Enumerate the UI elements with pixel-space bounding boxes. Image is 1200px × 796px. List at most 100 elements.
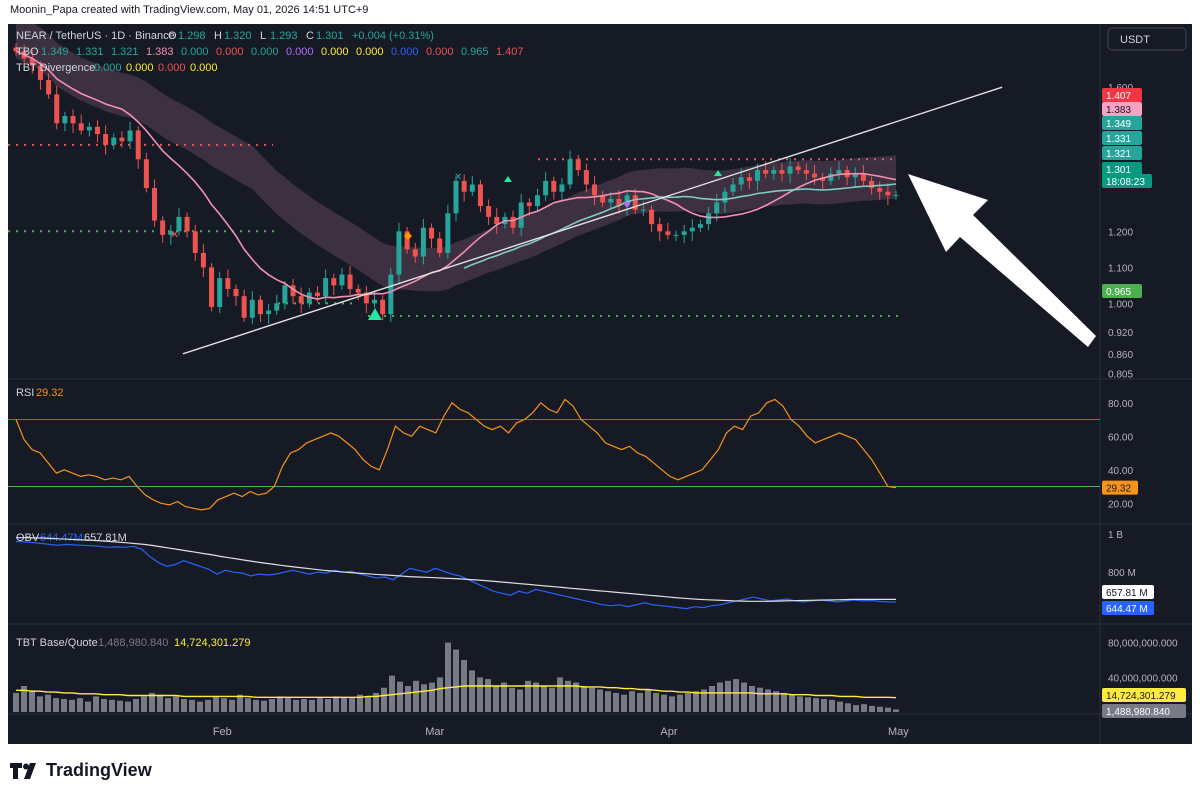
candle-body[interactable] <box>518 202 524 228</box>
candle-body[interactable] <box>714 202 720 214</box>
volume-bar[interactable] <box>765 689 771 712</box>
candle-body[interactable] <box>200 252 206 268</box>
candle-body[interactable] <box>689 227 695 232</box>
candle-body[interactable] <box>46 80 52 95</box>
candle-body[interactable] <box>209 267 215 307</box>
candle-body[interactable] <box>127 130 133 142</box>
volume-bar[interactable] <box>829 699 835 712</box>
candle-body[interactable] <box>730 184 736 192</box>
candle-body[interactable] <box>559 184 565 192</box>
volume-bar[interactable] <box>877 706 883 712</box>
candle-body[interactable] <box>771 170 777 174</box>
candle-body[interactable] <box>257 299 263 315</box>
candle-body[interactable] <box>746 177 752 181</box>
volume-bar[interactable] <box>669 696 675 712</box>
volume-bar[interactable] <box>445 642 451 712</box>
volume-bar[interactable] <box>661 694 667 712</box>
volume-bar[interactable] <box>245 698 251 712</box>
volume-bar[interactable] <box>757 687 763 712</box>
volume-bar[interactable] <box>861 704 867 712</box>
volume-bar[interactable] <box>629 691 635 712</box>
candle-body[interactable] <box>420 227 426 257</box>
volume-bar[interactable] <box>261 700 267 712</box>
volume-bar[interactable] <box>365 696 371 712</box>
obv-line[interactable] <box>15 540 897 610</box>
volume-bar[interactable] <box>429 682 435 712</box>
volume-bar[interactable] <box>821 699 827 712</box>
candle-body[interactable] <box>437 238 443 253</box>
volume-bar[interactable] <box>213 696 219 712</box>
candle-body[interactable] <box>54 94 60 124</box>
volume-bar[interactable] <box>581 686 587 712</box>
volume-bar[interactable] <box>253 699 259 712</box>
volume-bar[interactable] <box>101 699 107 712</box>
candle-body[interactable] <box>282 285 288 304</box>
candle-body[interactable] <box>274 303 280 311</box>
volume-bar[interactable] <box>805 697 811 712</box>
volume-bar[interactable] <box>885 707 891 712</box>
candle-body[interactable] <box>510 216 516 228</box>
candle-body[interactable] <box>486 206 492 217</box>
candle-body[interactable] <box>673 234 679 236</box>
volume-bar[interactable] <box>741 682 747 712</box>
candle-body[interactable] <box>697 224 703 228</box>
volume-bar[interactable] <box>557 677 563 712</box>
volume-bar[interactable] <box>853 705 859 712</box>
candle-body[interactable] <box>592 184 598 196</box>
volume-bar[interactable] <box>309 699 315 712</box>
volume-bar[interactable] <box>221 698 227 712</box>
candle-body[interactable] <box>111 137 117 145</box>
volume-bar[interactable] <box>69 699 75 712</box>
candle-body[interactable] <box>412 249 418 257</box>
candle-body[interactable] <box>241 296 247 318</box>
volume-bar[interactable] <box>285 698 291 712</box>
candle-body[interactable] <box>575 159 581 171</box>
candle-body[interactable] <box>94 126 100 135</box>
volume-bar[interactable] <box>653 692 659 712</box>
volume-bar[interactable] <box>181 699 187 712</box>
candle-body[interactable] <box>885 191 891 196</box>
candle-body[interactable] <box>494 216 500 225</box>
candle-body[interactable] <box>314 292 320 297</box>
candle-body[interactable] <box>184 216 190 232</box>
volume-bar[interactable] <box>109 699 115 712</box>
volume-bar[interactable] <box>509 687 515 712</box>
volume-bar[interactable] <box>341 697 347 712</box>
volume-bar[interactable] <box>613 692 619 712</box>
volume-bar[interactable] <box>381 687 387 712</box>
volume-bar[interactable] <box>349 698 355 712</box>
volume-bar[interactable] <box>53 698 59 712</box>
candle-body[interactable] <box>429 227 435 239</box>
candle-body[interactable] <box>339 274 345 286</box>
candle-body[interactable] <box>266 310 272 315</box>
volume-bar[interactable] <box>477 677 483 712</box>
candle-body[interactable] <box>217 278 223 307</box>
currency-button-label[interactable]: USDT <box>1120 34 1150 46</box>
candle-body[interactable] <box>722 191 728 203</box>
volume-bar[interactable] <box>869 705 875 712</box>
volume-bar[interactable] <box>621 694 627 712</box>
candle-body[interactable] <box>543 180 549 196</box>
candle-body[interactable] <box>738 177 744 185</box>
volume-bar[interactable] <box>781 692 787 712</box>
candle-body[interactable] <box>461 180 467 192</box>
volume-bar[interactable] <box>237 694 243 712</box>
volume-bar[interactable] <box>637 692 643 712</box>
volume-bar[interactable] <box>77 698 83 712</box>
volume-bar[interactable] <box>797 696 803 712</box>
volume-bar[interactable] <box>333 696 339 712</box>
candle-body[interactable] <box>192 231 198 253</box>
candle-body[interactable] <box>477 184 483 207</box>
candle-body[interactable] <box>135 130 141 160</box>
volume-bar[interactable] <box>277 696 283 712</box>
candle-body[interactable] <box>877 188 883 192</box>
candle-body[interactable] <box>143 159 149 189</box>
candle-body[interactable] <box>657 224 663 232</box>
volume-bar[interactable] <box>269 699 275 712</box>
candle-body[interactable] <box>225 278 231 289</box>
volume-bar[interactable] <box>45 694 51 712</box>
volume-bar[interactable] <box>325 699 331 712</box>
candle-body[interactable] <box>706 213 712 225</box>
volume-bar[interactable] <box>597 689 603 712</box>
volume-bar[interactable] <box>93 696 99 712</box>
